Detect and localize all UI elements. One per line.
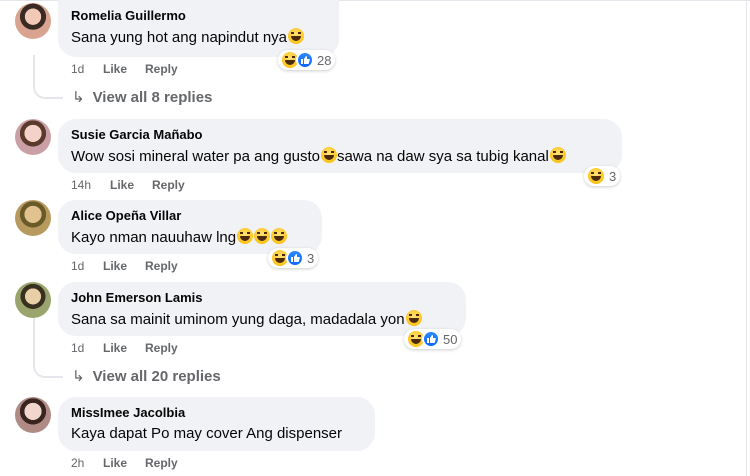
- comment-author[interactable]: Romelia Guillermo: [71, 8, 186, 23]
- reaction-summary[interactable]: 50: [404, 329, 462, 349]
- reaction-count: 50: [443, 331, 458, 347]
- reply-button[interactable]: Reply: [145, 341, 178, 355]
- like-button[interactable]: Like: [103, 456, 127, 470]
- haha-emoji-icon: [237, 228, 254, 244]
- reaction-count: 3: [609, 168, 617, 184]
- view-replies-link[interactable]: ↳ View all 8 replies: [72, 88, 212, 106]
- comment-bubble: John Emerson Lamis Sana sa mainit uminom…: [58, 282, 466, 336]
- avatar[interactable]: [15, 397, 51, 433]
- avatar[interactable]: [15, 200, 51, 236]
- haha-emoji-icon: [549, 147, 566, 163]
- reaction-summary[interactable]: 3: [268, 248, 319, 268]
- avatar[interactable]: [15, 119, 51, 155]
- haha-icon: [586, 166, 606, 186]
- like-button[interactable]: Like: [103, 62, 127, 76]
- comment-author[interactable]: Alice Opeña Villar: [71, 208, 181, 223]
- like-icon: [422, 330, 440, 348]
- haha-emoji-icon: [321, 147, 338, 163]
- haha-emoji-icon: [254, 228, 271, 244]
- comment-bubble: MissImee Jacolbia Kaya dapat Po may cove…: [58, 397, 375, 451]
- reply-button[interactable]: Reply: [145, 259, 178, 273]
- comment-timestamp[interactable]: 14h: [71, 178, 91, 192]
- like-button[interactable]: Like: [103, 341, 127, 355]
- comment-bubble: Susie Garcia Mañabo Wow sosi mineral wat…: [58, 119, 622, 173]
- reaction-count: 3: [307, 250, 315, 266]
- haha-emoji-icon: [288, 28, 305, 44]
- view-replies-link[interactable]: ↳ View all 20 replies: [72, 367, 221, 385]
- reaction-count: 28: [317, 52, 332, 68]
- comment-text: Kayo nman nauuhaw lng: [71, 228, 288, 246]
- like-icon: [296, 51, 314, 69]
- comment-timestamp[interactable]: 1d: [71, 341, 84, 355]
- reply-arrow-icon: ↳: [72, 368, 85, 385]
- comment-author[interactable]: Susie Garcia Mañabo: [71, 127, 203, 142]
- thread-connector: [33, 55, 63, 99]
- comment-author[interactable]: John Emerson Lamis: [71, 290, 202, 305]
- comment-text: Sana yung hot ang napindut nya: [71, 28, 305, 46]
- comment-text: Wow sosi mineral water pa ang gusto sawa …: [71, 147, 566, 165]
- reply-button[interactable]: Reply: [152, 178, 185, 192]
- scrollbar-track[interactable]: [746, 0, 747, 476]
- comment-text: Kaya dapat Po may cover Ang dispenser: [71, 425, 342, 442]
- haha-emoji-icon: [405, 310, 422, 326]
- comment-timestamp[interactable]: 2h: [71, 456, 84, 470]
- like-button[interactable]: Like: [103, 259, 127, 273]
- like-icon: [286, 249, 304, 267]
- avatar[interactable]: [15, 3, 51, 39]
- comment-author[interactable]: MissImee Jacolbia: [71, 405, 185, 420]
- reply-button[interactable]: Reply: [145, 456, 178, 470]
- reply-button[interactable]: Reply: [145, 62, 178, 76]
- reaction-summary[interactable]: 3: [584, 166, 621, 186]
- haha-emoji-icon: [271, 228, 288, 244]
- reaction-summary[interactable]: 28: [278, 50, 336, 70]
- reply-arrow-icon: ↳: [72, 89, 85, 106]
- comment-text: Sana sa mainit uminom yung daga, madadal…: [71, 310, 422, 328]
- comment-bubble: Alice Opeña Villar Kayo nman nauuhaw lng: [58, 200, 322, 254]
- like-button[interactable]: Like: [110, 178, 134, 192]
- avatar[interactable]: [15, 282, 51, 318]
- thread-connector: [33, 318, 63, 378]
- comment-timestamp[interactable]: 1d: [71, 259, 84, 273]
- comment-timestamp[interactable]: 1d: [71, 62, 84, 76]
- comment-bubble: Romelia Guillermo Sana yung hot ang napi…: [58, 0, 339, 57]
